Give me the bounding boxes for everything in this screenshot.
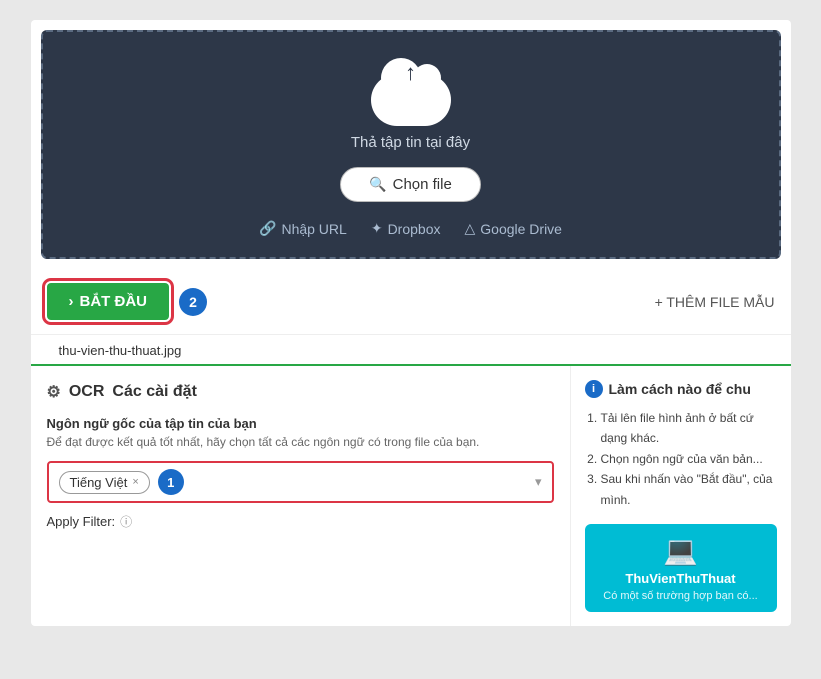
remove-lang-icon[interactable]: × [132, 476, 138, 488]
search-icon: 🔍 [369, 176, 386, 193]
main-container: ↑ Thả tập tin tại đây 🔍 Chọn file 🔗 Nhập… [31, 20, 791, 626]
arrow-up-icon: ↑ [405, 62, 416, 84]
action-bar: › BẮT ĐẦU 2 + THÊM FILE MẪU [31, 269, 791, 335]
dropbox-icon: ✦ [371, 220, 383, 237]
promo-banner[interactable]: 💻 ThuVienThuThuat Có một số trường hợp b… [585, 524, 777, 612]
lang-tag-label: Tiếng Việt [70, 475, 128, 490]
dropdown-arrow-icon[interactable]: ▾ [535, 474, 542, 490]
choose-file-label: Chọn file [393, 176, 452, 193]
left-panel: ⚙ OCR Các cài đặt Ngôn ngữ gốc của tập t… [31, 366, 571, 626]
gear-icon: ⚙ [47, 382, 61, 402]
nhap-url-label: Nhập URL [281, 221, 346, 237]
apply-filter-section: Apply Filter: ⓘ [47, 513, 554, 530]
info-icon: ⓘ [120, 513, 132, 530]
google-drive-link[interactable]: △ Google Drive [464, 220, 561, 237]
google-drive-icon: △ [464, 220, 475, 237]
google-drive-label: Google Drive [480, 221, 562, 237]
lang-hint: Để đạt được kết quả tốt nhất, hãy chọn t… [47, 435, 554, 449]
upload-cloud-icon: ↑ [371, 62, 451, 126]
them-file-label: + THÊM FILE MẪU [655, 294, 775, 310]
lang-select-wrap[interactable]: Tiếng Việt × 1 ▾ [47, 461, 554, 503]
lang-section-title: Ngôn ngữ gốc của tập tin của bạn [47, 416, 554, 431]
file-tab-name: thu-vien-thu-thuat.jpg [59, 343, 182, 358]
upload-options: 🔗 Nhập URL ✦ Dropbox △ Google Drive [63, 220, 759, 237]
nhap-url-link[interactable]: 🔗 Nhập URL [259, 220, 347, 237]
bat-dau-button[interactable]: › BẮT ĐẦU [47, 283, 170, 320]
content-area: ⚙ OCR Các cài đặt Ngôn ngữ gốc của tập t… [31, 366, 791, 626]
step-3: Sau khi nhấn vào "Bắt đầu", của mình. [601, 469, 777, 510]
promo-brand: ThuVienThuThuat [625, 571, 735, 586]
dropbox-link[interactable]: ✦ Dropbox [371, 220, 441, 237]
step-2: Chọn ngôn ngữ của văn bản... [601, 449, 777, 469]
settings-title: ⚙ OCR Các cài đặt [47, 382, 554, 402]
dropbox-label: Dropbox [388, 221, 441, 237]
step-badge-2: 2 [179, 288, 207, 316]
how-to-title: i Làm cách nào để chu [585, 380, 777, 398]
right-panel: i Làm cách nào để chu Tải lên file hình … [571, 366, 791, 626]
info-circle-icon: i [585, 380, 603, 398]
apply-filter-label: Apply Filter: [47, 514, 116, 529]
link-icon: 🔗 [259, 220, 276, 237]
file-tab[interactable]: thu-vien-thu-thuat.jpg [47, 335, 194, 366]
settings-label: Các cài đặt [112, 383, 196, 401]
choose-file-button[interactable]: 🔍 Chọn file [340, 167, 481, 202]
bat-dau-label: BẮT ĐẦU [80, 293, 148, 310]
step-badge-1: 1 [158, 469, 184, 495]
laptop-icon: 💻 [663, 534, 698, 567]
drop-text: Thả tập tin tại đây [63, 134, 759, 151]
how-to-steps: Tải lên file hình ảnh ở bất cứ dạng khác… [585, 408, 777, 510]
promo-sub: Có một số trường hợp bạn có... [603, 590, 757, 602]
lang-tag-viet[interactable]: Tiếng Việt × [59, 471, 150, 494]
ocr-label: OCR [69, 383, 105, 401]
them-file-mau-link[interactable]: + THÊM FILE MẪU [655, 294, 775, 310]
upload-area[interactable]: ↑ Thả tập tin tại đây 🔍 Chọn file 🔗 Nhập… [41, 30, 781, 259]
step-1: Tải lên file hình ảnh ở bất cứ dạng khác… [601, 408, 777, 449]
bat-dau-section: › BẮT ĐẦU 2 [47, 283, 208, 320]
how-to-title-text: Làm cách nào để chu [609, 381, 751, 397]
file-tab-bar: thu-vien-thu-thuat.jpg [31, 335, 791, 366]
bat-dau-arrow-icon: › [69, 293, 74, 310]
